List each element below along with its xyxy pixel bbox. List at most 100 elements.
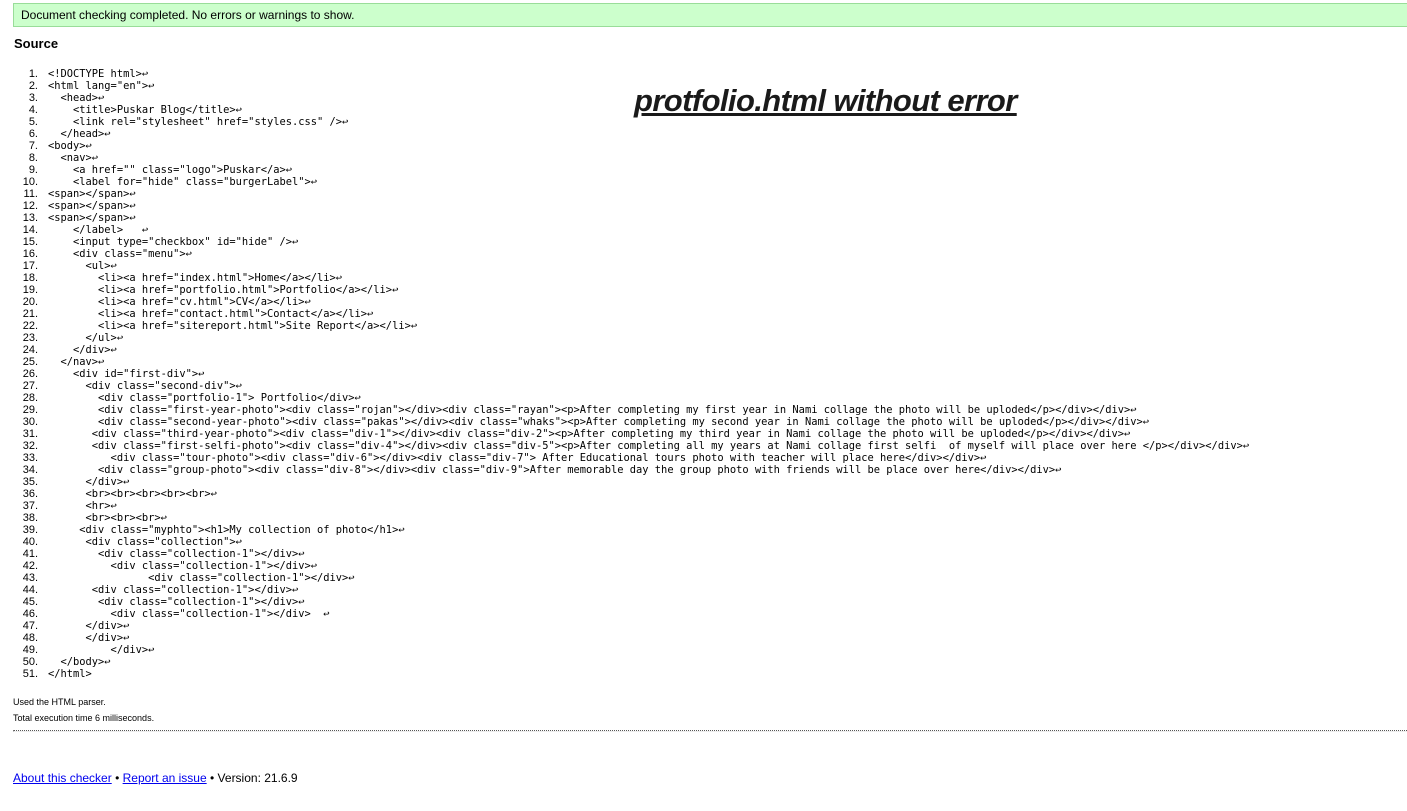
line-number: 43. xyxy=(22,572,38,584)
line-number: 33. xyxy=(22,452,38,464)
overlay-title: protfolio.html without error xyxy=(634,83,1017,118)
line-code: <li><a href="cv.html">CV</a></li>↩ xyxy=(48,296,311,308)
line-number: 44. xyxy=(22,584,38,596)
source-heading: Source xyxy=(14,36,59,51)
line-number: 15. xyxy=(22,236,38,248)
line-code: </div>↩ xyxy=(48,344,117,356)
line-code: <a href="" class="logo">Puskar</a>↩ xyxy=(48,164,292,176)
line-number: 10. xyxy=(22,176,38,188)
line-code: <div class="collection-1"></div>↩ xyxy=(48,560,317,572)
line-number: 30. xyxy=(22,416,38,428)
footer-divider xyxy=(13,730,1407,732)
line-code: </html> xyxy=(48,668,92,680)
execution-time: Total execution time 6 milliseconds. xyxy=(13,713,155,723)
report-issue-link[interactable]: Report an issue xyxy=(123,771,207,785)
line-number: 26. xyxy=(22,368,38,380)
line-number: 16. xyxy=(22,248,38,260)
line-number: 25. xyxy=(22,356,38,368)
line-code: <span></span>↩ xyxy=(48,188,136,200)
line-code: <input type="checkbox" id="hide" />↩ xyxy=(48,236,299,248)
line-code: <!DOCTYPE html>↩ xyxy=(48,68,149,80)
line-code: <li><a href="contact.html">Contact</a></… xyxy=(48,308,374,320)
line-number: 49. xyxy=(22,644,38,656)
line-code: <div class="collection-1"></div>↩ xyxy=(48,596,305,608)
line-number: 12. xyxy=(22,200,38,212)
line-number: 41. xyxy=(22,548,38,560)
line-code: </head>↩ xyxy=(48,128,111,140)
footer-separator: • xyxy=(115,771,120,785)
line-number: 40. xyxy=(22,536,38,548)
line-code: <div class="myphto"><h1>My collection of… xyxy=(48,524,405,536)
about-checker-link[interactable]: About this checker xyxy=(13,771,112,785)
line-number: 8. xyxy=(28,152,38,164)
line-number: 39. xyxy=(22,524,38,536)
line-code: <span></span>↩ xyxy=(48,212,136,224)
line-number: 51. xyxy=(22,668,38,680)
line-code: </nav>↩ xyxy=(48,356,105,368)
line-number: 5. xyxy=(28,116,38,128)
line-code: <html lang="en">↩ xyxy=(48,80,155,92)
parser-info: Used the HTML parser. xyxy=(13,697,106,707)
line-code: <div class="second-year-photo"><div clas… xyxy=(48,416,1150,428)
line-code: <li><a href="sitereport.html">Site Repor… xyxy=(48,320,418,332)
line-code: <body>↩ xyxy=(48,140,92,152)
line-code: <div class="third-year-photo"><div class… xyxy=(48,428,1131,440)
line-number: 13. xyxy=(22,212,38,224)
line-code: <br><br><br><br><br>↩ xyxy=(48,488,217,500)
line-code: </label> ↩ xyxy=(48,224,149,236)
line-number: 9. xyxy=(28,164,38,176)
line-number: 36. xyxy=(22,488,38,500)
line-code: </div>↩ xyxy=(48,476,130,488)
line-code: <div class="portfolio-1"> Portfolio</div… xyxy=(48,392,361,404)
line-number: 7. xyxy=(28,140,38,152)
line-code: </div>↩ xyxy=(48,632,130,644)
line-number: 29. xyxy=(22,404,38,416)
line-number: 38. xyxy=(22,512,38,524)
success-message: Document checking completed. No errors o… xyxy=(13,3,1407,27)
line-number: 47. xyxy=(22,620,38,632)
line-code: <title>Puskar Blog</title>↩ xyxy=(48,104,242,116)
line-number: 2. xyxy=(28,80,38,92)
footer-separator: • xyxy=(210,771,215,785)
line-number: 31. xyxy=(22,428,38,440)
line-code: </div>↩ xyxy=(48,644,155,656)
line-code: <link rel="stylesheet" href="styles.css"… xyxy=(48,116,349,128)
line-number: 3. xyxy=(28,92,38,104)
line-number: 23. xyxy=(22,332,38,344)
line-code: <div class="collection-1"></div>↩ xyxy=(48,572,355,584)
line-number: 42. xyxy=(22,560,38,572)
line-code: <div class="collection-1"></div>↩ xyxy=(48,584,299,596)
line-code: <head>↩ xyxy=(48,92,105,104)
footer: About this checker • Report an issue • V… xyxy=(13,771,298,786)
line-number: 28. xyxy=(22,392,38,404)
line-code: <div class="tour-photo"><div class="div-… xyxy=(48,452,987,464)
line-number: 27. xyxy=(22,380,38,392)
line-number: 45. xyxy=(22,596,38,608)
line-code: <div class="group-photo"><div class="div… xyxy=(48,464,1062,476)
line-code: <hr>↩ xyxy=(48,500,117,512)
line-code: </body>↩ xyxy=(48,656,111,668)
line-number: 46. xyxy=(22,608,38,620)
line-code: <li><a href="portfolio.html">Portfolio</… xyxy=(48,284,399,296)
line-code: <li><a href="index.html">Home</a></li>↩ xyxy=(48,272,343,284)
line-number: 21. xyxy=(22,308,38,320)
line-number: 4. xyxy=(28,104,38,116)
line-code: <div class="menu">↩ xyxy=(48,248,192,260)
line-number: 1. xyxy=(28,68,38,80)
line-code: <div class="collection-1"></div>↩ xyxy=(48,548,305,560)
line-number: 24. xyxy=(22,344,38,356)
line-code: <div class="first-year-photo"><div class… xyxy=(48,404,1137,416)
line-code: <br><br><br>↩ xyxy=(48,512,167,524)
line-number: 17. xyxy=(22,260,38,272)
line-number: 20. xyxy=(22,296,38,308)
line-code: <label for="hide" class="burgerLabel">↩ xyxy=(48,176,317,188)
line-code: <span></span>↩ xyxy=(48,200,136,212)
line-code: </ul>↩ xyxy=(48,332,124,344)
line-number: 18. xyxy=(22,272,38,284)
line-code: <div class="second-div">↩ xyxy=(48,380,242,392)
line-number: 14. xyxy=(22,224,38,236)
line-code: <div class="first-selfi-photo"><div clas… xyxy=(48,440,1250,452)
line-number: 37. xyxy=(22,500,38,512)
line-code: </div>↩ xyxy=(48,620,130,632)
line-number: 32. xyxy=(22,440,38,452)
